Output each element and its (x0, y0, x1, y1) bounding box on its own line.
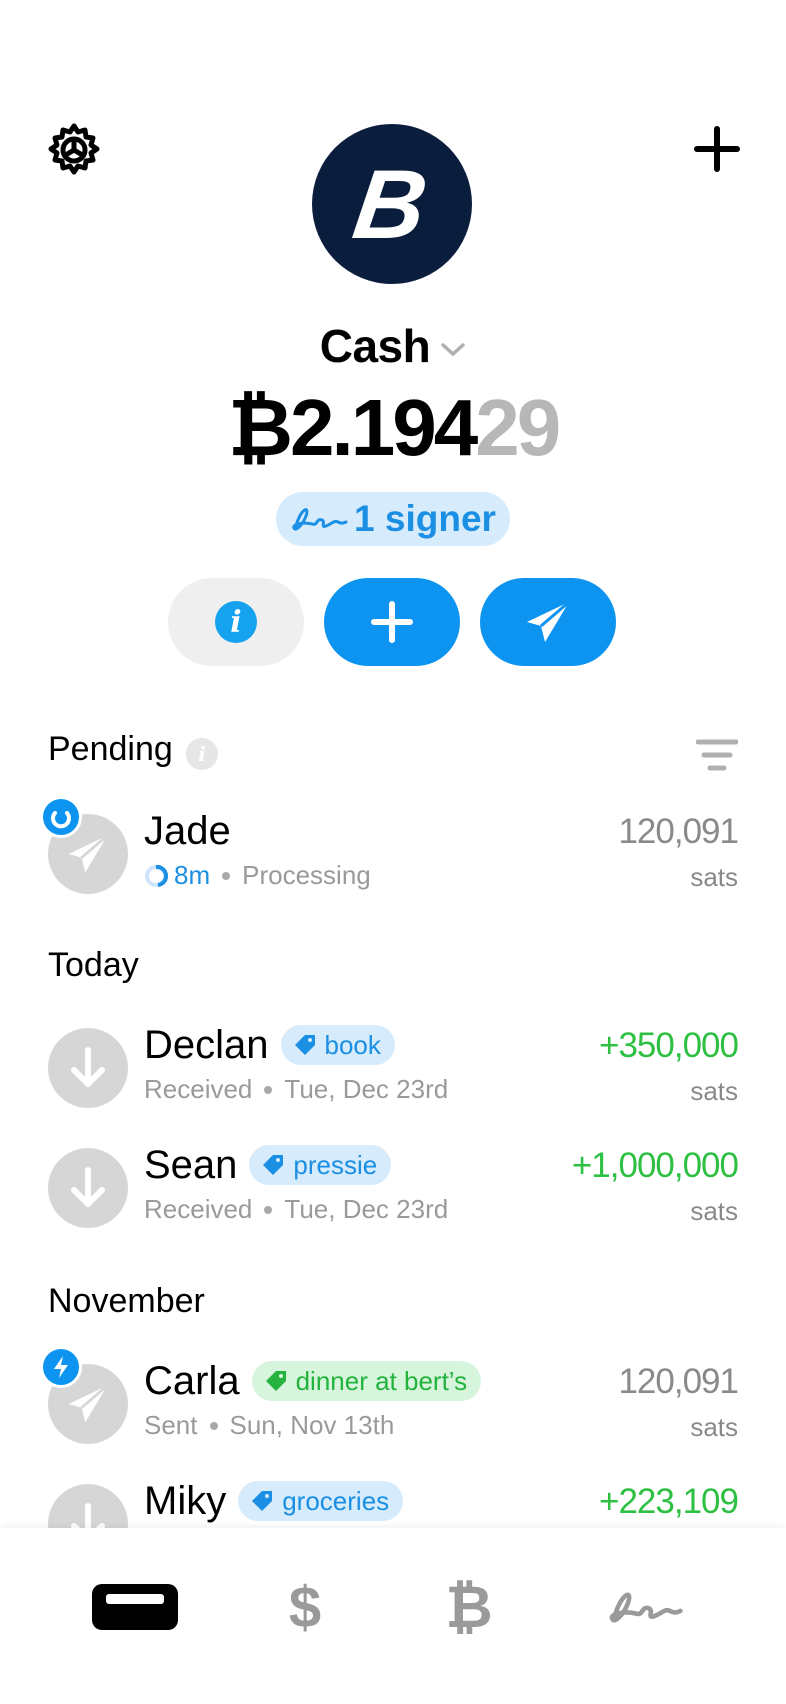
amount: +1,000,000 (571, 1146, 739, 1185)
transaction-status: Received Tue, Dec 23rd (144, 1074, 449, 1104)
tag-badge[interactable]: groceries (238, 1481, 404, 1521)
tag-icon (294, 1035, 315, 1055)
amount: +350,000 (599, 1026, 739, 1065)
plus-icon (371, 601, 413, 643)
counterparty-name: Sean (144, 1143, 238, 1187)
filter-icon[interactable] (696, 738, 738, 772)
lightning-icon (40, 1346, 82, 1388)
signer-badge[interactable]: 1 signer (276, 492, 510, 546)
amount-unit: sats (690, 1196, 738, 1226)
tab-signers[interactable] (600, 1564, 690, 1650)
receive-button[interactable] (324, 578, 460, 666)
pending-section-title: Pending (48, 730, 173, 768)
settings-gear-icon[interactable] (46, 122, 102, 178)
counterparty-name: Carla (144, 1359, 240, 1403)
amount-unit: sats (690, 1412, 738, 1442)
balance-dim-digits: 29 (475, 383, 561, 472)
counterparty-name: Jade (144, 809, 231, 853)
pending-info-icon[interactable]: i (186, 738, 218, 770)
dollar-icon: $ (288, 1574, 322, 1640)
transaction-row-pending[interactable]: Jade 8m Processing 120,091 sats (0, 796, 786, 904)
counterparty-name: Declan (144, 1023, 269, 1067)
signature-icon (609, 1592, 683, 1623)
elapsed-time: 8m (174, 860, 211, 890)
account-name: Cash (319, 320, 431, 372)
pending-spinner-icon (40, 796, 82, 838)
tag-badge[interactable]: pressie (249, 1145, 392, 1185)
amount-unit: sats (690, 1076, 738, 1106)
tag-badge[interactable]: book (280, 1025, 395, 1065)
amount: 120,091 (618, 1362, 739, 1401)
wallet-icon (92, 1584, 178, 1630)
november-section-title: November (48, 1282, 205, 1320)
tab-cash[interactable]: $ (260, 1564, 350, 1650)
info-button[interactable]: i (168, 578, 304, 666)
balance: ₿2.19429 (0, 380, 786, 476)
send-button[interactable] (480, 578, 616, 666)
signer-label: 1 signer (354, 498, 496, 539)
transaction-row[interactable]: Carla dinner at bert’s Sent Sun, Nov 13th… (0, 1346, 786, 1454)
amount: +223,109 (599, 1482, 739, 1521)
received-arrow-icon (48, 1148, 128, 1228)
account-avatar: B (312, 124, 472, 284)
balance-main: ₿2.194 (227, 383, 478, 472)
paper-plane-icon (527, 600, 570, 642)
tag-icon (265, 1371, 286, 1391)
transaction-row[interactable]: Declan book Received Tue, Dec 23rd +350,0… (0, 1022, 786, 1118)
tab-bitcoin[interactable]: ₿ (424, 1564, 514, 1650)
today-section-title: Today (48, 946, 139, 984)
transaction-status: 8m Processing (144, 860, 371, 891)
status-text: Processing (242, 860, 371, 890)
tab-home[interactable] (90, 1564, 180, 1650)
tag-icon (263, 1155, 284, 1175)
amount: 120,091 (618, 812, 739, 851)
bitcoin-symbol: B (346, 149, 434, 259)
bitcoin-icon: ₿ (445, 1574, 493, 1640)
transaction-status: Received Tue, Dec 23rd (144, 1194, 449, 1224)
chevron-down-icon (441, 343, 465, 357)
transaction-status: Sent Sun, Nov 13th (144, 1410, 395, 1440)
account-selector[interactable]: Cash (0, 318, 786, 374)
tag-badge[interactable]: dinner at bert’s (251, 1361, 482, 1401)
add-account-button[interactable] (692, 124, 742, 174)
amount-unit: sats (690, 862, 738, 892)
progress-ring-icon (145, 864, 168, 887)
received-arrow-icon (48, 1028, 128, 1108)
tag-icon (252, 1491, 273, 1511)
transaction-row[interactable]: Sean pressie Received Tue, Dec 23rd +1,00… (0, 1142, 786, 1238)
bottom-tab-bar: $ ₿ (0, 1528, 786, 1704)
signature-icon (292, 508, 348, 531)
counterparty-name: Miky (144, 1479, 227, 1523)
info-icon: i (215, 601, 257, 643)
